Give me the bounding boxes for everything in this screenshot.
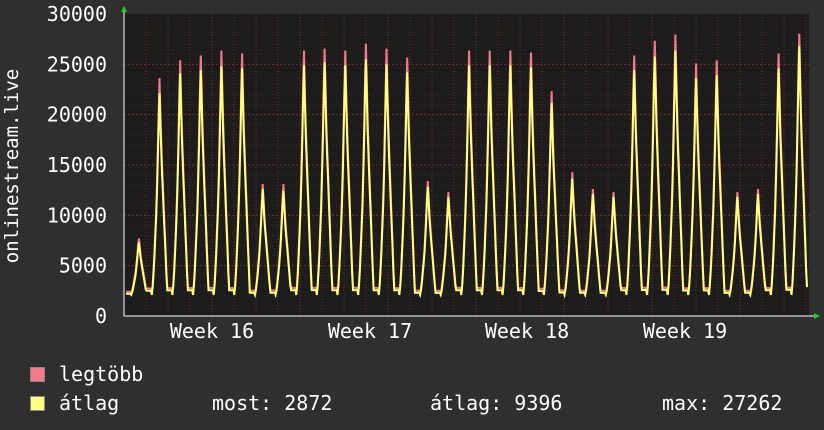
legend-avg-label: átlag bbox=[59, 391, 120, 415]
y-tick-label: 15000 bbox=[47, 153, 107, 177]
stat-now: most: 2872 bbox=[212, 391, 333, 415]
y-axis-label: onlinestream.live bbox=[1, 69, 23, 263]
stat-max: max: 27262 bbox=[662, 391, 783, 415]
legend-max-label: legtöbb bbox=[59, 362, 144, 386]
y-tick-label: 5000 bbox=[59, 254, 107, 278]
x-tick-label: Week 18 bbox=[485, 319, 569, 343]
y-tick-label: 30000 bbox=[47, 2, 107, 26]
y-tick-label: 10000 bbox=[47, 203, 107, 227]
y-tick-label: 0 bbox=[95, 304, 107, 328]
y-tick-label: 25000 bbox=[47, 52, 107, 76]
x-axis-arrow bbox=[814, 313, 820, 319]
y-axis-arrow bbox=[121, 6, 127, 12]
x-tick-label: Week 17 bbox=[328, 319, 412, 343]
legend-avg: átlag bbox=[30, 391, 119, 415]
y-tick-label: 20000 bbox=[47, 103, 107, 127]
legend-avg-swatch bbox=[30, 395, 45, 411]
stat-avg: átlag: 9396 bbox=[430, 391, 563, 415]
x-tick-label: Week 16 bbox=[170, 319, 254, 343]
legend-max: legtöbb bbox=[30, 362, 143, 386]
x-tick-label: Week 19 bbox=[643, 319, 727, 343]
legend-max-swatch bbox=[30, 366, 45, 382]
